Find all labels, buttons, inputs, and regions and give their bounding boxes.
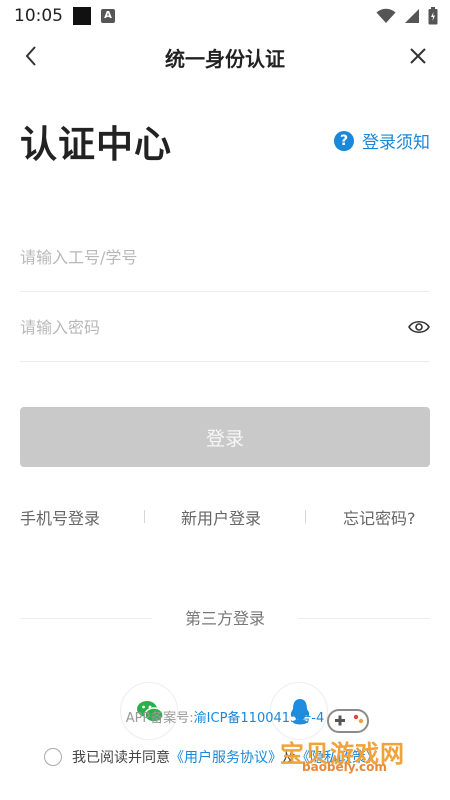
battery-icon <box>428 7 438 25</box>
site-watermark: 宝贝游戏网 baobely.com <box>274 700 424 774</box>
third-party-title: 第三方登录 <box>184 609 265 628</box>
agreement-checkbox[interactable] <box>44 748 62 766</box>
signal-icon <box>405 9 419 23</box>
status-time: 10:05 <box>14 6 63 26</box>
auth-center-heading: 认证中心 <box>20 123 172 166</box>
page-title: 统一身份认证 <box>165 47 285 71</box>
help-icon: ? <box>334 130 354 151</box>
notification-square-icon <box>73 7 91 25</box>
close-icon[interactable] <box>406 44 430 68</box>
icp-prefix: APP备案号: <box>125 711 194 726</box>
login-options-row: 手机号登录 新用户登录 忘记密码? <box>0 500 450 532</box>
new-user-login-link[interactable]: 新用户登录 <box>181 505 261 529</box>
watermark-url: baobely.com <box>302 760 387 774</box>
username-input[interactable] <box>20 240 390 274</box>
username-field <box>20 222 430 292</box>
forgot-password-link[interactable]: 忘记密码? <box>343 505 416 529</box>
login-notice-link[interactable]: ? 登录须知 <box>334 128 430 153</box>
notification-a-icon: A <box>101 9 115 23</box>
nav-bar: 统一身份认证 <box>0 32 450 80</box>
password-field <box>20 292 430 362</box>
status-icons <box>376 7 438 25</box>
eye-icon[interactable] <box>408 316 430 338</box>
login-button[interactable]: 登录 <box>20 407 430 467</box>
gamepad-icon <box>327 709 369 733</box>
wifi-icon <box>376 8 396 23</box>
service-agreement-link[interactable]: 《用户服务协议》 <box>170 750 282 766</box>
status-bar: 10:05 A <box>0 0 450 32</box>
divider <box>305 510 306 523</box>
third-party-section: 第三方登录 <box>20 605 430 631</box>
password-input[interactable] <box>20 310 390 344</box>
divider <box>144 510 145 523</box>
phone-login-link[interactable]: 手机号登录 <box>20 505 100 529</box>
login-notice-label: 登录须知 <box>362 133 430 153</box>
agreement-prefix: 我已阅读并同意 <box>72 750 170 766</box>
